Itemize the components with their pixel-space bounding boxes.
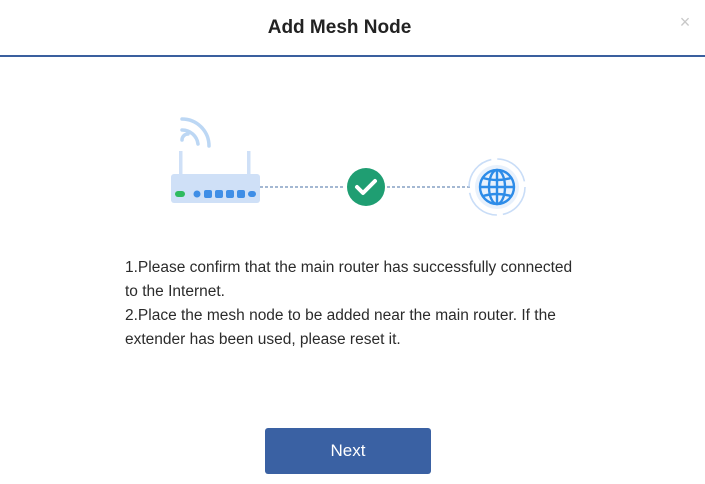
dialog-header: Add Mesh Node × bbox=[0, 0, 705, 57]
add-mesh-node-dialog: Add Mesh Node × 1.Please confirm that th… bbox=[0, 0, 705, 484]
wifi-signal-icon bbox=[180, 117, 211, 148]
connection-illustration bbox=[171, 117, 526, 216]
check-circle-icon bbox=[347, 168, 385, 206]
dialog-title: Add Mesh Node bbox=[267, 17, 412, 38]
instruction-step-1: 1.Please confirm that the main router ha… bbox=[125, 259, 573, 300]
instruction-step-2: 2.Place the mesh node to be added near t… bbox=[125, 307, 556, 348]
instructions-text: 1.Please confirm that the main router ha… bbox=[125, 256, 585, 352]
router-icon bbox=[171, 151, 260, 203]
next-button[interactable]: Next bbox=[265, 428, 431, 474]
close-icon[interactable]: × bbox=[677, 13, 693, 31]
globe-icon bbox=[468, 158, 526, 216]
